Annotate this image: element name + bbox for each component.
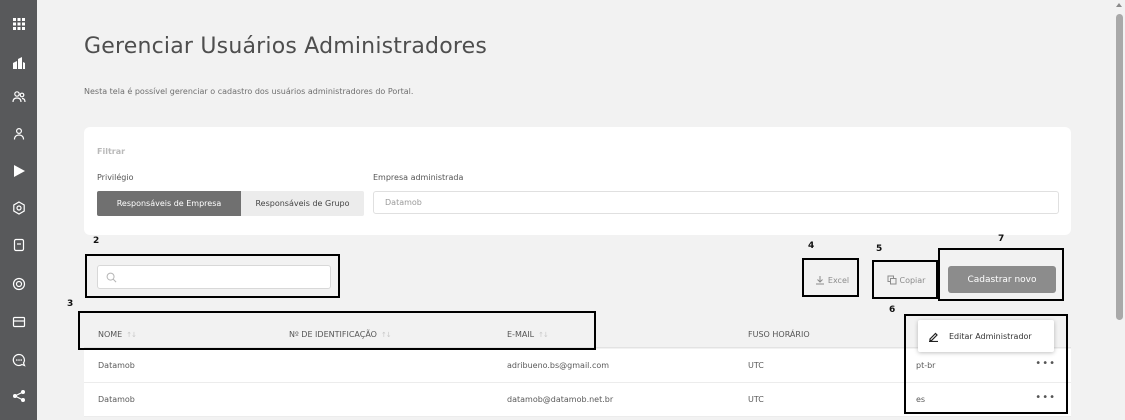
page-title: Gerenciar Usuários Administradores (84, 34, 488, 59)
scrollbar[interactable] (1113, 0, 1125, 420)
annotation-5: 5 (876, 244, 883, 254)
annotation-box-search (85, 254, 340, 298)
annotation-7: 7 (998, 234, 1005, 244)
scroll-thumb[interactable] (1116, 14, 1123, 320)
play-icon[interactable] (0, 161, 37, 181)
page-description: Nesta tela é possível gerenciar o cadast… (84, 87, 414, 96)
sidebar (0, 0, 37, 420)
cell-timezone: UTC (748, 361, 764, 370)
annotation-box-actions (904, 314, 1068, 414)
column-header-label: FUSO HORÁRIO (748, 330, 810, 339)
chat-icon[interactable] (0, 350, 37, 370)
share-icon[interactable] (0, 386, 37, 406)
annotation-4: 4 (808, 241, 815, 251)
user-icon[interactable] (0, 124, 37, 144)
card-icon[interactable] (0, 312, 37, 332)
company-label: Empresa administrada (373, 173, 464, 182)
annotation-box-copy (872, 260, 938, 299)
annotation-box-new (938, 248, 1064, 301)
scroll-up-icon[interactable] (1116, 3, 1122, 7)
filter-title: Filtrar (97, 147, 126, 156)
cell-email: adribueno.bs@gmail.com (507, 361, 610, 370)
settings-icon[interactable] (0, 198, 37, 218)
target-icon[interactable] (0, 274, 37, 294)
company-field[interactable] (373, 191, 1059, 214)
annotation-box-excel (802, 258, 859, 297)
filter-card: Filtrar Privilégio Empresa administrada … (84, 127, 1071, 235)
cell-timezone: UTC (748, 395, 764, 404)
apps-grid-icon[interactable] (0, 14, 37, 34)
company-icon[interactable] (0, 53, 37, 73)
privilege-company-button[interactable]: Responsáveis de Empresa (97, 191, 241, 216)
users-icon[interactable] (0, 87, 37, 107)
cell-name: Datamob (98, 361, 135, 370)
annotation-6: 6 (889, 305, 896, 315)
device-icon[interactable] (0, 235, 37, 255)
annotation-box-columns (78, 311, 596, 350)
cell-email: datamob@datamob.net.br (507, 395, 614, 404)
cell-name: Datamob (98, 395, 135, 404)
column-header-timezone: FUSO HORÁRIO (748, 330, 810, 339)
privilege-group-button[interactable]: Responsáveis de Grupo (241, 191, 364, 216)
annotation-3: 3 (67, 299, 74, 309)
privilege-label: Privilégio (97, 173, 134, 182)
annotation-2: 2 (93, 236, 100, 246)
